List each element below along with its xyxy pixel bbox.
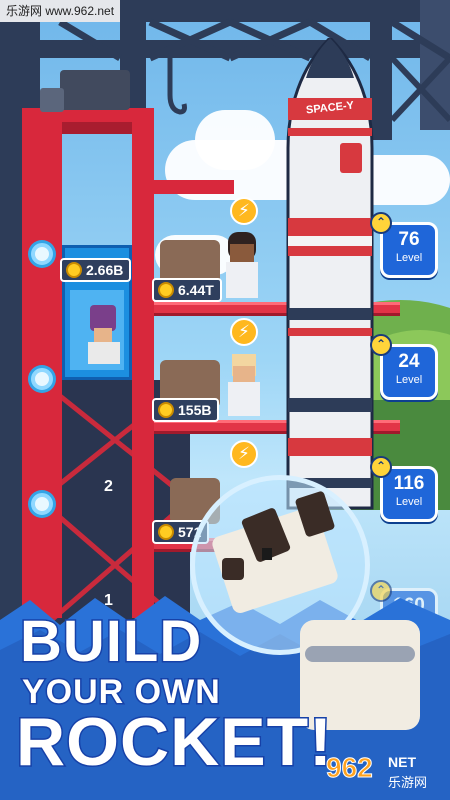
elevator-call-ring[interactable]: [31, 368, 53, 390]
machinery: [60, 70, 130, 110]
coin-icon: [158, 524, 174, 540]
watermark-url: 乐游网 www.962.net: [0, 0, 121, 22]
upgrade-arrow-icon[interactable]: ⌃: [370, 334, 392, 356]
elevator-call-ring[interactable]: [31, 493, 53, 515]
lightning-bolt-icon[interactable]: ⚡: [230, 197, 258, 225]
coin-icon: [158, 282, 174, 298]
worker-face: [233, 366, 255, 382]
elevator-operator-face: [94, 328, 112, 342]
coin-icon: [158, 402, 174, 418]
watermark-logo-sub: 乐游网: [388, 776, 428, 791]
floor-2-money-tag: 155B: [152, 398, 220, 422]
lightning-bolt-icon[interactable]: ⚡: [230, 318, 258, 346]
floor-roof: [154, 180, 234, 194]
title-line-1: BUILD: [18, 609, 203, 674]
watermark-logo: 962 NET 乐游网: [326, 752, 444, 792]
level-label: Level: [395, 374, 423, 386]
level-label: Level: [395, 496, 423, 508]
upgrade-arrow-icon[interactable]: ⌃: [370, 456, 392, 478]
worker-face: [230, 244, 254, 264]
elevator-money-tag: 2.66B: [60, 258, 132, 282]
elevator-call-ring[interactable]: [31, 243, 53, 265]
dog-collar: [305, 646, 415, 662]
floor-3-money-tag: 6.44T: [152, 278, 222, 302]
lightning-bolt-icon[interactable]: ⚡: [230, 440, 258, 468]
game-screen: 2.66B 6.44T 155B 571 ⚡ ⚡ ⚡ 2 1 SPACE-Y 7…: [0, 0, 450, 800]
watermark-logo-number: 962: [326, 752, 374, 784]
level-value: 76: [398, 229, 420, 250]
title-line-3: ROCKET!: [15, 704, 334, 780]
worker-body: [226, 262, 258, 298]
machinery: [40, 88, 64, 112]
floor-number: 2: [104, 478, 113, 495]
dog-nose: [222, 558, 244, 580]
worker-body: [228, 382, 260, 416]
level-value: 24: [398, 351, 420, 372]
level-label: Level: [395, 252, 423, 264]
elevator-operator-body: [88, 342, 120, 364]
watermark-logo-net: NET: [388, 754, 416, 770]
tower-column-right: [132, 118, 154, 618]
dog-eye: [262, 548, 272, 560]
upgrade-arrow-icon[interactable]: ⌃: [370, 212, 392, 234]
floor-2-money-value: 155B: [178, 402, 212, 418]
level-value: 116: [393, 473, 425, 494]
elevator-money-value: 2.66B: [86, 262, 124, 278]
coin-icon: [66, 262, 82, 278]
floor-3-money-value: 6.44T: [178, 282, 214, 298]
